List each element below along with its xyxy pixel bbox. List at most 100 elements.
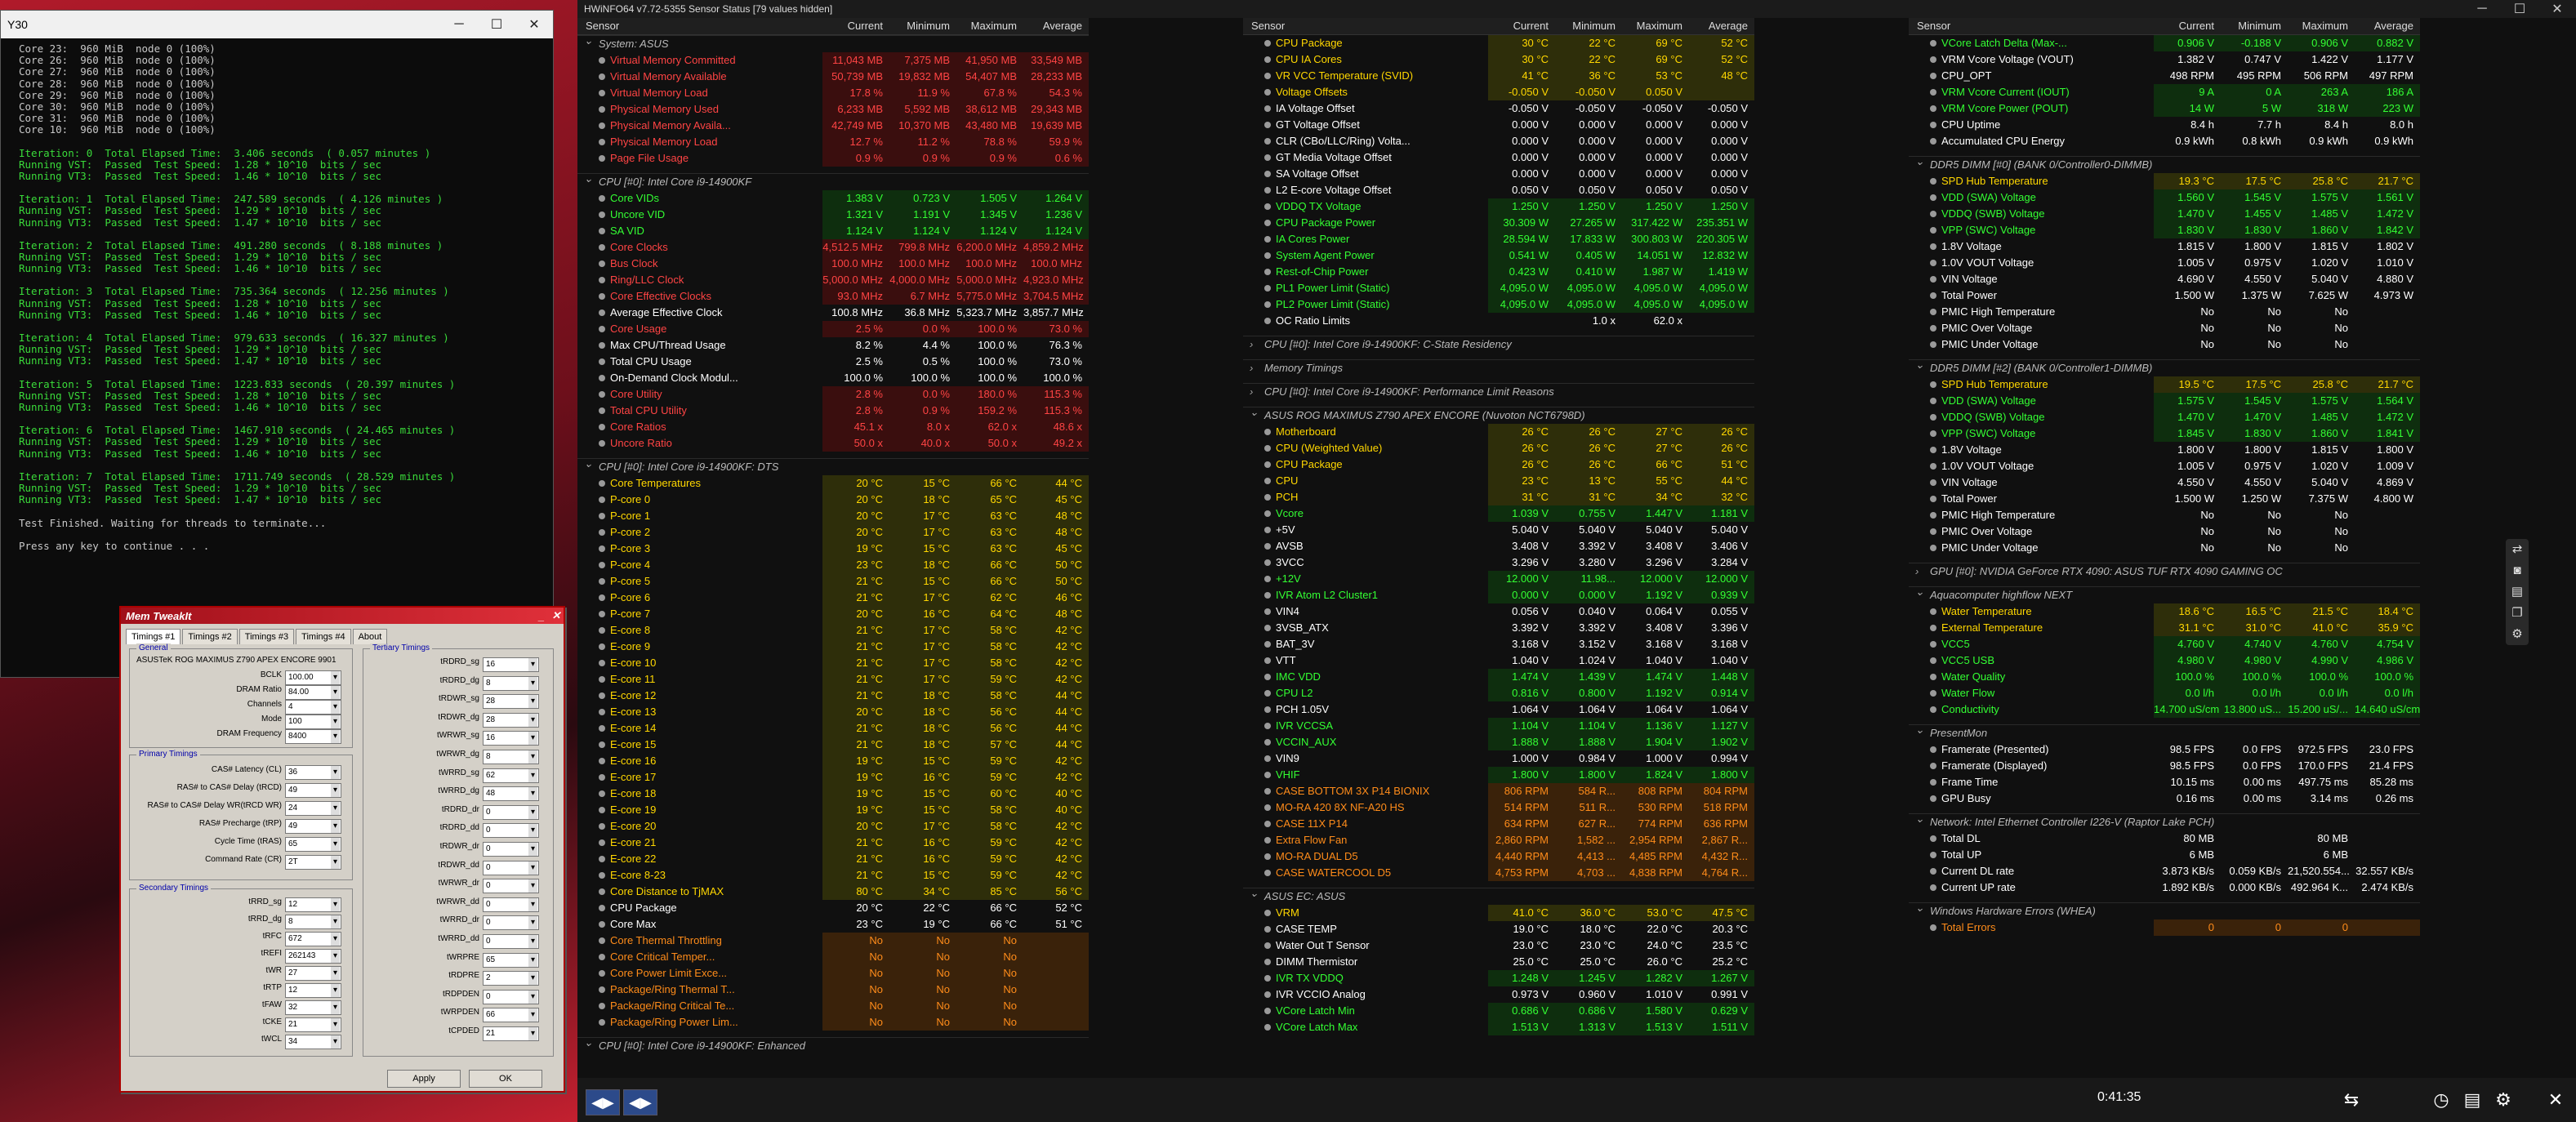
sensor-row[interactable]: CASE BOTTOM 3X P14 BIONIX 806 RPM 584 R...… <box>1243 783 1754 799</box>
sensor-row[interactable]: P-core 4 23 °C 18 °C 66 °C 50 °C <box>577 557 1089 573</box>
sensor-row[interactable]: Total Power 1.500 W 1.250 W 7.375 W 4.800 W <box>1909 491 2420 507</box>
sensor-row[interactable]: Current DL rate 3.873 KB/s 0.059 KB/s 21,52… <box>1909 863 2420 879</box>
sensor-group-header[interactable]: PresentMon <box>1909 722 2420 741</box>
sensor-row[interactable]: IVR TX VDDQ 1.248 V 1.245 V 1.282 V 1.267 V <box>1243 970 1754 986</box>
sensor-group-header[interactable]: Network: Intel Ethernet Controller I226-… <box>1909 811 2420 830</box>
sensor-row[interactable]: MO-RA DUAL D5 4,440 RPM 4,413 ... 4,485 RPM… <box>1243 848 1754 865</box>
timing-value[interactable]: 32 <box>285 1000 341 1015</box>
sensor-row[interactable]: Core Power Limit Exce... No No No <box>577 965 1089 982</box>
sensor-row[interactable]: On-Demand Clock Modul... 100.0 % 100.0 % 10… <box>577 370 1089 386</box>
sensor-row[interactable]: PMIC High Temperature No No No <box>1909 304 2420 320</box>
sensor-row[interactable]: CPU_OPT 498 RPM 495 RPM 506 RPM 497 RPM <box>1909 68 2420 84</box>
sensor-row[interactable]: System Agent Power 0.541 W 0.405 W 14.051 W… <box>1243 247 1754 264</box>
timing-value[interactable]: 24 <box>285 801 341 816</box>
sensor-row[interactable]: SA VID 1.124 V 1.124 V 1.124 V 1.124 V <box>577 223 1089 239</box>
sensor-row[interactable]: CPU Package 30 °C 22 °C 69 °C 52 °C <box>1243 35 1754 51</box>
sensor-row[interactable]: VIN Voltage 4.550 V 4.550 V 5.040 V 4.869 V <box>1909 474 2420 491</box>
header-average[interactable]: Average <box>2355 18 2420 34</box>
timing-value[interactable]: 27 <box>285 966 341 981</box>
header-current[interactable]: Current <box>822 18 889 34</box>
sensor-row[interactable]: Voltage Offsets -0.050 V -0.050 V 0.050 V <box>1243 84 1754 100</box>
timing-value[interactable]: 65 <box>285 837 341 852</box>
sensor-row[interactable]: Uncore VID 1.321 V 1.191 V 1.345 V 1.236 V <box>577 207 1089 223</box>
sensor-row[interactable]: Physical Memory Used 6,233 MB 5,592 MB 38,6… <box>577 101 1089 118</box>
sensor-group-header[interactable]: CPU [#0]: Intel Core i9-14900KF <box>577 171 1089 190</box>
header-maximum[interactable]: Maximum <box>1622 18 1689 34</box>
sensor-group-header[interactable]: Aquacomputer highflow NEXT <box>1909 584 2420 603</box>
sensor-row[interactable]: VIN4 0.056 V 0.040 V 0.064 V 0.055 V <box>1243 603 1754 620</box>
header-average[interactable]: Average <box>1689 18 1754 34</box>
sensor-row[interactable]: VHIF 1.800 V 1.800 V 1.824 V 1.800 V <box>1243 767 1754 783</box>
sensor-row[interactable]: CASE WATERCOOL D5 4,753 RPM 4,703 ... 4,838… <box>1243 865 1754 881</box>
close-icon[interactable]: ✕ <box>515 16 553 33</box>
minimize-icon[interactable]: ─ <box>2463 2 2501 16</box>
sensor-row[interactable]: Core Effective Clocks 93.0 MHz 6.7 MHz 5,77… <box>577 288 1089 305</box>
timing-value[interactable]: 4 <box>285 700 341 715</box>
settings-icon[interactable]: ⚙ <box>2506 624 2529 645</box>
sensor-row[interactable]: VPP (SWC) Voltage 1.830 V 1.830 V 1.860 V 1.… <box>1909 222 2420 238</box>
sensor-row[interactable]: IA Voltage Offset -0.050 V -0.050 V -0.050 … <box>1243 100 1754 117</box>
memtweakit-window[interactable]: Mem TweakIt _ ✕ Timings #1 Timings #2 Timi… <box>119 606 565 1093</box>
sensor-row[interactable]: Total Errors 0 0 0 <box>1909 919 2420 936</box>
camera-icon[interactable]: ◙ <box>2506 560 2529 581</box>
sensor-group-header[interactable]: Windows Hardware Errors (WHEA) <box>1909 900 2420 919</box>
sensor-row[interactable]: CPU IA Cores 30 °C 22 °C 69 °C 52 °C <box>1243 51 1754 68</box>
header-average[interactable]: Average <box>1023 18 1089 34</box>
sensor-row[interactable]: Rest-of-Chip Power 0.423 W 0.410 W 1.987 W1… <box>1243 264 1754 280</box>
sensor-row[interactable]: VCC5 USB 4.980 V 4.980 V 4.990 V 4.986 V <box>1909 652 2420 669</box>
sensor-row[interactable]: E-core 12 21 °C 18 °C 58 °C 44 °C <box>577 688 1089 704</box>
sensor-row[interactable]: Frame Time 10.15 ms 0.00 ms 497.75 ms 85.28 … <box>1909 774 2420 790</box>
sensor-row[interactable]: AVSB 3.408 V 3.392 V 3.408 V 3.406 V <box>1243 538 1754 554</box>
sensor-row[interactable]: Water Temperature 18.6 °C 16.5 °C 21.5 °C 18… <box>1909 603 2420 620</box>
sensor-row[interactable]: Page File Usage 0.9 % 0.9 % 0.9 % 0.6 % <box>577 150 1089 167</box>
sensor-row[interactable]: PMIC Over Voltage No No No <box>1909 523 2420 540</box>
sensor-row[interactable]: VDDQ TX Voltage 1.250 V 1.250 V 1.250 V 1.25… <box>1243 198 1754 215</box>
timing-value[interactable]: 8 <box>483 675 539 691</box>
sensor-row[interactable]: Ring/LLC Clock 5,000.0 MHz 4,000.0 MHz 5,00… <box>577 272 1089 288</box>
sensor-row[interactable]: E-core 10 21 °C 17 °C 58 °C 42 °C <box>577 655 1089 671</box>
sensor-row[interactable]: Total DL 80 MB 80 MB <box>1909 830 2420 847</box>
sensor-row[interactable]: Virtual Memory Load 17.8 % 11.9 % 67.8 % 54.… <box>577 85 1089 101</box>
timing-value[interactable]: 28 <box>483 712 539 728</box>
timing-value[interactable]: 0 <box>483 915 539 931</box>
sensor-row[interactable]: CPU Package 20 °C 22 °C 66 °C 52 °C <box>577 900 1089 916</box>
sensor-row[interactable]: VCore Latch Min 0.686 V 0.686 V 1.580 V 0.62… <box>1243 1003 1754 1019</box>
sensor-row[interactable]: E-core 14 21 °C 18 °C 56 °C 44 °C <box>577 720 1089 737</box>
sensor-row[interactable]: E-core 18 19 °C 15 °C 60 °C 40 °C <box>577 786 1089 802</box>
minimize-icon[interactable]: _ <box>534 610 549 622</box>
sensor-group-header[interactable]: CPU [#0]: Intel Core i9-14900KF: DTS <box>577 456 1089 475</box>
sensor-row[interactable]: OC Ratio Limits 1.0 x 62.0 x <box>1243 313 1754 329</box>
sensor-row[interactable]: P-core 5 21 °C 15 °C 66 °C 50 °C <box>577 573 1089 590</box>
timing-value[interactable]: 100.00 <box>285 670 341 685</box>
sensor-row[interactable]: VRM Vcore Voltage (VOUT) 1.382 V 0.747 V 1.… <box>1909 51 2420 68</box>
sensor-row[interactable]: CPU Uptime 8.4 h 7.7 h 8.4 h 8.0 h <box>1909 117 2420 133</box>
terminal-titlebar[interactable]: Y30 ─ ☐ ✕ <box>1 11 553 38</box>
sensor-row[interactable]: SPD Hub Temperature 19.5 °C 17.5 °C 25.8 °C… <box>1909 376 2420 393</box>
sensor-row[interactable]: PMIC High Temperature No No No <box>1909 507 2420 523</box>
sensor-row[interactable]: Conductivity 14.700 uS/cm 13.800 uS... 15.2… <box>1909 701 2420 718</box>
sensor-row[interactable]: Framerate (Presented) 98.5 FPS 0.0 FPS 972.… <box>1909 741 2420 758</box>
header-sensor[interactable]: Sensor <box>1243 18 1488 34</box>
sensor-row[interactable]: 1.0V VOUT Voltage 1.005 V 0.975 V 1.020 V 1.… <box>1909 255 2420 271</box>
sensor-row[interactable]: Accumulated CPU Energy 0.9 kWh 0.8 kWh 0.9 … <box>1909 133 2420 149</box>
sensor-column-2[interactable]: Sensor Current Minimum Maximum Average CPU Pa… <box>1243 18 1754 1078</box>
minimize-icon[interactable]: ─ <box>440 17 478 32</box>
sensor-row[interactable]: IVR VCCSA 1.104 V 1.104 V 1.136 V 1.127 V <box>1243 718 1754 734</box>
timing-value[interactable]: 0 <box>483 842 539 857</box>
sensor-row[interactable]: Virtual Memory Available 50,739 MB 19,832 … <box>577 69 1089 85</box>
sensor-row[interactable]: VCore Latch Delta (Max-... 0.906 V -0.188 … <box>1909 35 2420 51</box>
timing-value[interactable]: 65 <box>483 952 539 968</box>
timing-value[interactable]: 0 <box>483 989 539 1004</box>
sensor-row[interactable]: VRM 41.0 °C 36.0 °C 53.0 °C 47.5 °C <box>1243 905 1754 921</box>
header-sensor[interactable]: Sensor <box>1909 18 2154 34</box>
timing-value[interactable]: 8 <box>285 915 341 929</box>
sensor-group-header[interactable]: ASUS EC: ASUS <box>1243 885 1754 905</box>
sensor-row[interactable]: IVR VCCIO Analog 0.973 V 0.960 V 1.010 V 0.9… <box>1243 986 1754 1003</box>
sensor-group-header[interactable]: GPU [#0]: NVIDIA GeForce RTX 4090: ASUS … <box>1909 563 2420 580</box>
remote-icon[interactable]: ⇄ <box>2506 539 2529 560</box>
sensor-row[interactable]: SA Voltage Offset 0.000 V 0.000 V 0.000 V 0.… <box>1243 166 1754 182</box>
sensor-row[interactable]: Physical Memory Availa... 42,749 MB 10,370… <box>577 118 1089 134</box>
header-minimum[interactable]: Minimum <box>1555 18 1622 34</box>
sensor-row[interactable]: CPU L2 0.816 V 0.800 V 1.192 V 0.914 V <box>1243 685 1754 701</box>
timing-value[interactable]: 2T <box>285 855 341 870</box>
